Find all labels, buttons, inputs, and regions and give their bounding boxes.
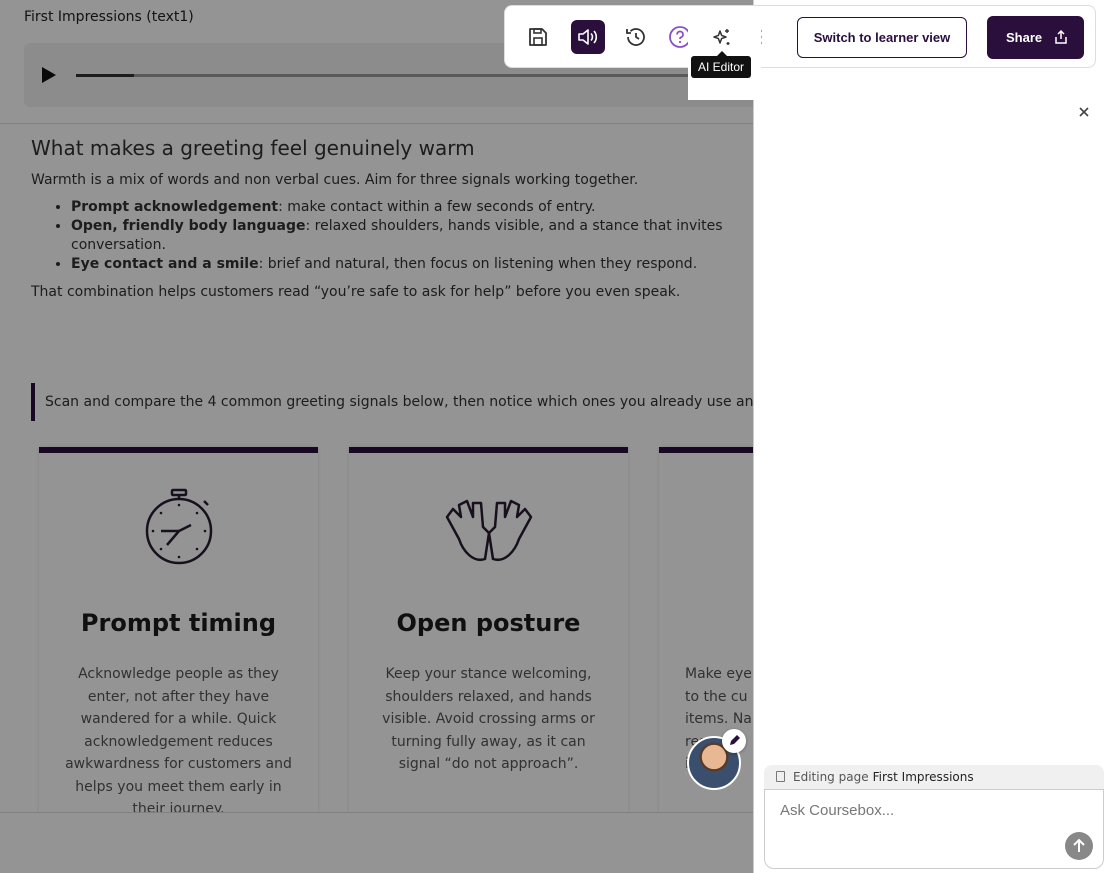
save-icon bbox=[529, 28, 547, 46]
share-upload-icon bbox=[1055, 29, 1067, 44]
arrow-up-icon bbox=[1073, 838, 1085, 852]
editor-toolbar: Switch to learner view Share bbox=[504, 5, 1096, 68]
ask-input[interactable] bbox=[765, 790, 1065, 830]
history-button[interactable] bbox=[619, 20, 653, 54]
avatar-edit-button[interactable] bbox=[722, 729, 746, 753]
document-icon bbox=[776, 771, 785, 782]
editing-page-name: First Impressions bbox=[872, 770, 974, 784]
audio-narration-button[interactable] bbox=[571, 20, 605, 54]
speaker-icon bbox=[578, 29, 598, 45]
ask-box bbox=[764, 789, 1104, 869]
editing-label: Editing page bbox=[793, 770, 869, 784]
ai-editor-panel: Editing page First Impressions bbox=[753, 0, 1105, 873]
switch-to-learner-view-button[interactable]: Switch to learner view bbox=[797, 17, 967, 58]
send-button[interactable] bbox=[1065, 832, 1093, 860]
ai-editor-tooltip: AI Editor bbox=[691, 56, 752, 78]
editing-page-indicator: Editing page First Impressions bbox=[764, 765, 1104, 789]
save-button[interactable] bbox=[521, 20, 555, 54]
pencil-icon bbox=[730, 735, 740, 745]
close-icon[interactable] bbox=[1076, 104, 1092, 120]
sparkles-icon[interactable] bbox=[711, 27, 733, 49]
history-icon bbox=[626, 28, 645, 46]
share-label: Share bbox=[1006, 30, 1043, 45]
share-button[interactable]: Share bbox=[987, 16, 1084, 59]
